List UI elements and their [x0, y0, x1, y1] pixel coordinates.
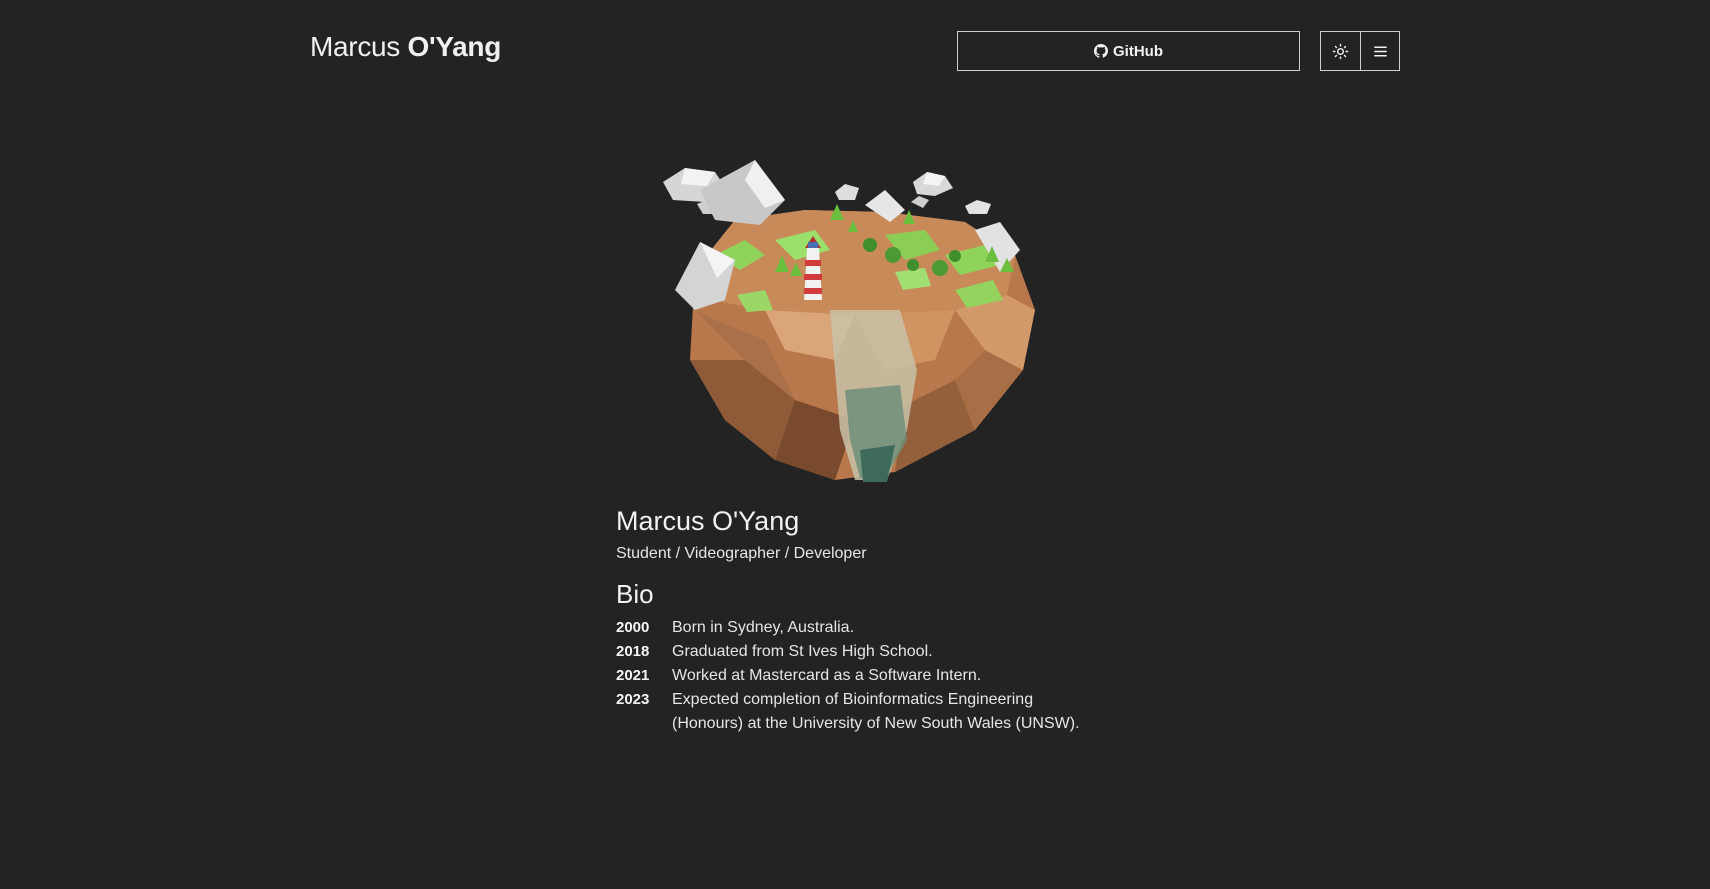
- sun-icon: [1332, 43, 1349, 59]
- profile-section: Marcus O'Yang Student / Videographer / D…: [616, 504, 1176, 736]
- bio-year: 2000: [616, 619, 650, 636]
- bio-text: Graduated from St Ives High School.: [672, 643, 933, 660]
- low-poly-island-illustration: [663, 160, 1035, 482]
- bio-text: Worked at Mastercard as a Software Inter…: [672, 667, 982, 684]
- brand-last-name: O'Yang: [407, 31, 502, 62]
- bio-heading: Bio: [616, 579, 654, 609]
- bio-item: 2000 Born in Sydney, Australia.: [616, 616, 1176, 640]
- bio-text: Expected completion of Bioinformatics En…: [672, 691, 1080, 732]
- github-button[interactable]: GitHub: [957, 31, 1300, 71]
- header-icon-group: [1320, 31, 1400, 71]
- bio-item: 2018 Graduated from St Ives High School.: [616, 640, 1176, 664]
- brand-first-name: Marcus: [310, 31, 400, 62]
- github-label: GitHub: [1113, 42, 1163, 60]
- github-icon: [1094, 44, 1108, 58]
- menu-button[interactable]: [1360, 32, 1399, 70]
- bio-item: 2021 Worked at Mastercard as a Software …: [616, 664, 1176, 688]
- profile-name: Marcus O'Yang: [616, 506, 800, 536]
- bio-item: 2023 Expected completion of Bioinformati…: [616, 688, 1176, 736]
- bio-year: 2018: [616, 643, 650, 660]
- bio-text: Born in Sydney, Australia.: [672, 619, 855, 636]
- site-logo[interactable]: Marcus O'Yang: [310, 31, 501, 63]
- menu-icon: [1373, 46, 1387, 56]
- bio-year: 2023: [616, 691, 650, 708]
- bio-list: 2000 Born in Sydney, Australia. 2018 Gra…: [616, 616, 1176, 736]
- site-header: Marcus O'Yang GitHub: [0, 0, 1710, 100]
- lighthouse-icon: [804, 236, 822, 300]
- theme-toggle-button[interactable]: [1321, 32, 1360, 70]
- profile-subtitle: Student / Videographer / Developer: [616, 545, 867, 562]
- bio-year: 2021: [616, 667, 650, 684]
